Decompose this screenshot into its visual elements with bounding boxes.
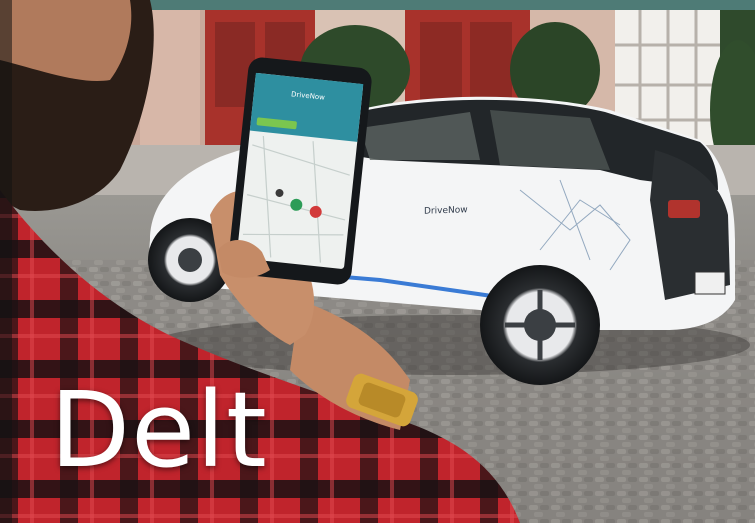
caption-text: Delt [50, 369, 268, 491]
car-brand-label: DriveNow [424, 205, 468, 217]
photo-scene: DriveNow DriveNow Delt [0, 0, 755, 523]
